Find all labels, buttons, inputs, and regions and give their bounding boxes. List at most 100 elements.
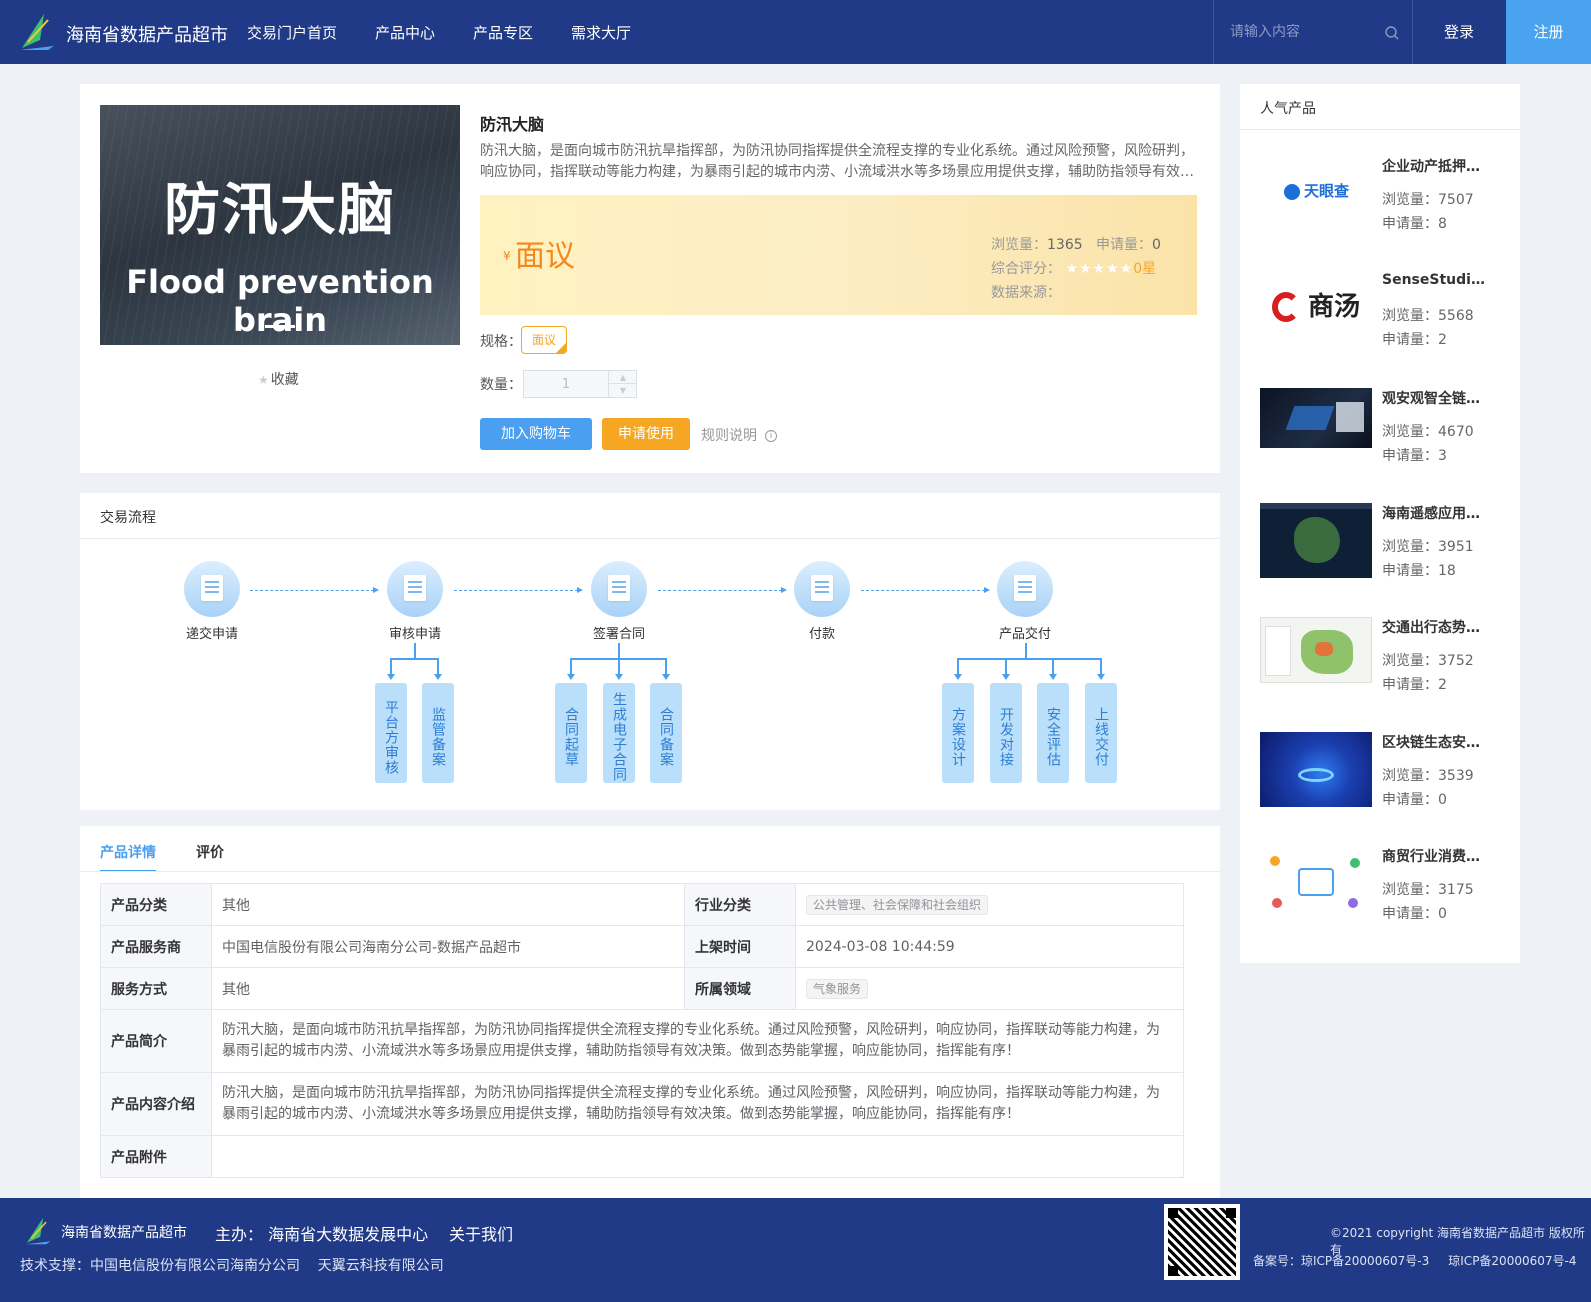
branch-line: [957, 658, 1101, 660]
quantity-arrows: ▲ ▼: [608, 371, 637, 397]
product-image-title: 防汛大脑: [164, 178, 396, 243]
table-row: 服务方式 其他 所属领域 气象服务: [100, 967, 1184, 1010]
product-thumbnail[interactable]: 商汤: [1260, 272, 1372, 347]
detail-table: 产品分类 其他 行业分类 公共管理、社会保障和社会组织 产品服务商 中国电信股份…: [100, 883, 1184, 1178]
substep-solution-design: 方案设计: [942, 683, 974, 783]
product-image: 防汛大脑 Flood prevention brain: [100, 105, 460, 345]
login-button[interactable]: 登录: [1413, 0, 1505, 64]
product-thumbnail[interactable]: [1260, 846, 1372, 921]
step-contract: 签署合同: [569, 561, 669, 642]
price-value: 面议: [515, 239, 575, 274]
add-to-cart-button[interactable]: 加入购物车: [480, 418, 592, 450]
quantity-input[interactable]: [524, 371, 608, 397]
thumb-text: 天眼查: [1304, 182, 1350, 200]
apply-use-button[interactable]: 申请使用: [602, 418, 690, 450]
arrow-down-icon: [1097, 674, 1105, 680]
popular-item-name[interactable]: 交通出行态势…: [1382, 617, 1492, 637]
key-provider: 产品服务商: [100, 925, 212, 968]
popular-item-name[interactable]: SenseStudio…: [1382, 272, 1492, 288]
domain-tag: 气象服务: [806, 978, 869, 999]
popular-item-views: 浏览量：4670: [1382, 424, 1474, 440]
popular-item-apply: 申请量：8: [1382, 216, 1447, 232]
rules-link[interactable]: 规则说明 i: [701, 425, 777, 445]
step-label: 产品交付: [998, 627, 1051, 642]
product-title: 防汛大脑: [480, 115, 545, 134]
flow-arrow: [454, 587, 583, 593]
product-thumbnail[interactable]: [1260, 617, 1372, 683]
thumb-text: 商汤: [1308, 292, 1361, 322]
popular-item-views: 浏览量：3752: [1382, 653, 1474, 669]
popular-item-views: 浏览量：3175: [1382, 882, 1474, 898]
top-header: 海南省数据产品超市 交易门户首页 产品中心 产品专区 需求大厅 登录 注册: [0, 0, 1591, 64]
tab-product-detail[interactable]: 产品详情: [100, 842, 156, 862]
popular-item[interactable]: 观安观智全链… 浏览量：4670 申请量：3: [1260, 388, 1500, 478]
search-icon[interactable]: [1384, 25, 1400, 41]
chevron-up-icon[interactable]: ▲: [609, 371, 637, 384]
nav-product-center[interactable]: 产品中心: [375, 22, 435, 43]
delivery-list-icon: [997, 561, 1053, 617]
table-row: 产品服务商 中国电信股份有限公司海南分公司-数据产品超市 上架时间 2024-0…: [100, 925, 1184, 968]
logo-icon[interactable]: [18, 12, 56, 52]
arrow-down-icon: [434, 674, 442, 680]
nav-portal-home[interactable]: 交易门户首页: [247, 22, 337, 43]
popular-item-apply: 申请量：0: [1382, 792, 1447, 808]
substep-contract-filing: 合同备案: [650, 683, 682, 783]
product-thumbnail[interactable]: [1260, 503, 1372, 578]
search-box: [1213, 0, 1413, 64]
rating-stars-icon: ★★★★★: [1065, 261, 1134, 277]
table-row: 产品简介 防汛大脑，是面向城市防汛抗旱指挥部，为防汛协同指挥提供全流程支撑的专业…: [100, 1009, 1184, 1073]
register-button[interactable]: 注册: [1506, 0, 1591, 64]
carousel-indicator[interactable]: [265, 325, 295, 328]
popular-item[interactable]: 天眼查 企业动产抵押… 浏览量：7507 申请量：8: [1260, 156, 1500, 246]
popular-item[interactable]: 交通出行态势… 浏览量：3752 申请量：2: [1260, 617, 1500, 707]
branch-line: [618, 658, 620, 674]
step-review: 审核申请: [365, 561, 465, 642]
divider: [1240, 129, 1520, 130]
apply-label: 申请量：: [1096, 237, 1152, 253]
popular-item-apply: 申请量：2: [1382, 332, 1447, 348]
currency-symbol: ¥: [503, 249, 511, 263]
contract-doc-icon: [591, 561, 647, 617]
about-us-link[interactable]: 关于我们: [449, 1221, 513, 1245]
popular-item-name[interactable]: 观安观智全链…: [1382, 388, 1492, 408]
product-stats: 浏览量：1365 申请量：0 综合评分： ★★★★★0星 数据来源：: [991, 233, 1161, 305]
branch-line: [1025, 643, 1027, 659]
favorite-button[interactable]: ★ 收藏: [258, 369, 299, 389]
popular-item[interactable]: 区块链生态安… 浏览量：3539 申请量：0: [1260, 732, 1500, 822]
spec-option-selected[interactable]: 面议: [521, 326, 567, 354]
product-thumbnail[interactable]: [1260, 732, 1372, 807]
footer-site-name: 海南省数据产品超市: [61, 1225, 187, 1241]
views-value: 1365: [1047, 237, 1083, 253]
product-thumbnail[interactable]: 天眼查: [1260, 156, 1372, 231]
process-title: 交易流程: [100, 510, 156, 526]
popular-item[interactable]: 商贸行业消费… 浏览量：3175 申请量：0: [1260, 846, 1500, 936]
branch-line: [570, 658, 572, 674]
product-thumbnail[interactable]: [1260, 388, 1372, 448]
tab-reviews[interactable]: 评价: [196, 842, 224, 862]
table-row: 产品附件: [100, 1135, 1184, 1178]
popular-item-name[interactable]: 商贸行业消费…: [1382, 846, 1492, 866]
popular-item[interactable]: 商汤 SenseStudio… 浏览量：5568 申请量：2: [1260, 272, 1500, 362]
popular-item-name[interactable]: 企业动产抵押…: [1382, 156, 1492, 176]
arrow-down-icon: [1049, 674, 1057, 680]
footer-icp[interactable]: 备案号：琼ICP备20000607号-3 琼ICP备20000607号-4: [1253, 1252, 1576, 1269]
chevron-down-icon[interactable]: ▼: [609, 384, 637, 397]
popular-item[interactable]: 海南遥感应用… 浏览量：3951 申请量：18: [1260, 503, 1500, 593]
favorite-label: 收藏: [270, 372, 299, 388]
rating-value: 0星: [1133, 261, 1157, 277]
trade-process-card: 交易流程 递交申请 审核申请 签署合同 付款 产品交付 平台方审核 监管备案 合…: [80, 493, 1220, 810]
branch-line: [1005, 658, 1007, 674]
popular-item-name[interactable]: 区块链生态安…: [1382, 732, 1492, 752]
key-service-mode: 服务方式: [100, 967, 212, 1010]
popular-item-name[interactable]: 海南遥感应用…: [1382, 503, 1492, 523]
nav-demand-hall[interactable]: 需求大厅: [571, 22, 631, 43]
branch-line: [618, 643, 620, 659]
popular-item-views: 浏览量：5568: [1382, 308, 1474, 324]
site-name[interactable]: 海南省数据产品超市: [66, 21, 228, 47]
popular-item-apply: 申请量：3: [1382, 448, 1447, 464]
search-input[interactable]: [1230, 20, 1370, 44]
nav-product-zone[interactable]: 产品专区: [473, 22, 533, 43]
info-icon: i: [765, 430, 777, 442]
key-intro: 产品简介: [100, 1009, 212, 1073]
arrow-down-icon: [387, 674, 395, 680]
